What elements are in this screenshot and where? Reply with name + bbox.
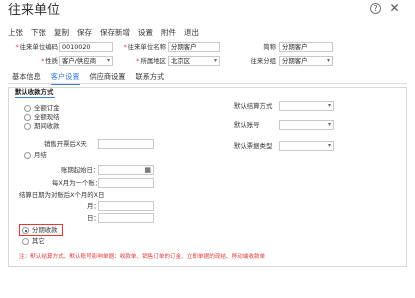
copy-button[interactable]: 复制 [54,28,69,38]
radio-icon[interactable] [24,105,31,112]
calendar-icon[interactable]: ▦ [144,166,151,174]
section-title: 默认收款方式 [15,88,54,96]
settle-date-label: 结算日期为对账后X个月的X日 [19,191,105,199]
radio-installment[interactable]: 分期收款 [22,226,58,235]
help-icon[interactable]: ? [370,3,381,14]
exit-button[interactable]: 退出 [184,28,199,38]
group-label: 往来分组 [250,57,276,65]
region-select[interactable]: 北京区 [168,56,220,66]
settings-button[interactable]: 设置 [138,28,153,38]
radio-full-deposit[interactable]: 全额订金 [24,104,60,113]
account-select[interactable] [279,120,334,130]
every-month-input[interactable] [98,178,154,188]
toolbar: 上张 下张 复制 保存 保存新增 设置 附件 退出 [8,28,199,38]
radio-monthly[interactable]: 月结 [24,151,47,160]
sales-days-label: 销售开票后X天 [44,140,87,148]
radio-icon[interactable] [22,238,29,245]
radio-full-cash[interactable]: 全额现结 [24,113,60,122]
section-title-underline [15,97,55,98]
window-title: 往来单位 [8,3,61,18]
code-input[interactable]: 0010020 [59,42,113,52]
save-button[interactable]: 保存 [77,28,92,38]
short-input[interactable]: 分期客户 [279,42,333,52]
close-icon[interactable]: ✕ [389,2,400,14]
acct-start-label: 账期起始日： [61,166,100,174]
attachment-button[interactable]: 附件 [161,28,176,38]
next-button[interactable]: 下张 [31,28,46,38]
note-text: 注：默认结算方式、默认账号影响单据：收款单、销售订单的订金、立即单据的现结、移动… [19,254,266,260]
type-select[interactable]: 客户/供应商 [59,56,113,66]
type-label: *性质 [41,57,58,65]
name-input[interactable]: 分期客户 [168,42,220,52]
settings-panel [8,87,407,267]
save-new-button[interactable]: 保存新增 [100,28,130,38]
prev-button[interactable]: 上张 [8,28,23,38]
sales-days-input[interactable] [98,139,154,149]
radio-period[interactable]: 期间收款 [24,122,60,131]
name-label: *往来单位名称 [123,43,166,51]
radio-icon[interactable] [24,123,31,130]
day-input[interactable] [98,213,154,223]
group-select[interactable]: 分期客户 [279,56,333,66]
radio-other[interactable]: 其它 [22,237,45,246]
acct-start-input[interactable]: ▦ [98,165,154,175]
ticket-type-label: 默认票据类型 [234,142,273,150]
region-label: *所属地区 [136,57,166,65]
radio-icon[interactable] [24,152,31,159]
settle-method-label: 默认结算方式 [234,102,273,110]
every-month-label: 每X月为一个账： [52,179,101,187]
tab-divider [8,83,407,84]
settle-method-select[interactable] [279,101,334,111]
radio-icon[interactable] [24,114,31,121]
code-label: *往来单位编码 [15,43,58,51]
month-input[interactable] [98,201,154,211]
account-label: 默认账号 [234,121,260,129]
radio-icon[interactable] [22,227,29,234]
ticket-type-select[interactable] [279,141,334,151]
short-label: 简称 [263,43,276,51]
